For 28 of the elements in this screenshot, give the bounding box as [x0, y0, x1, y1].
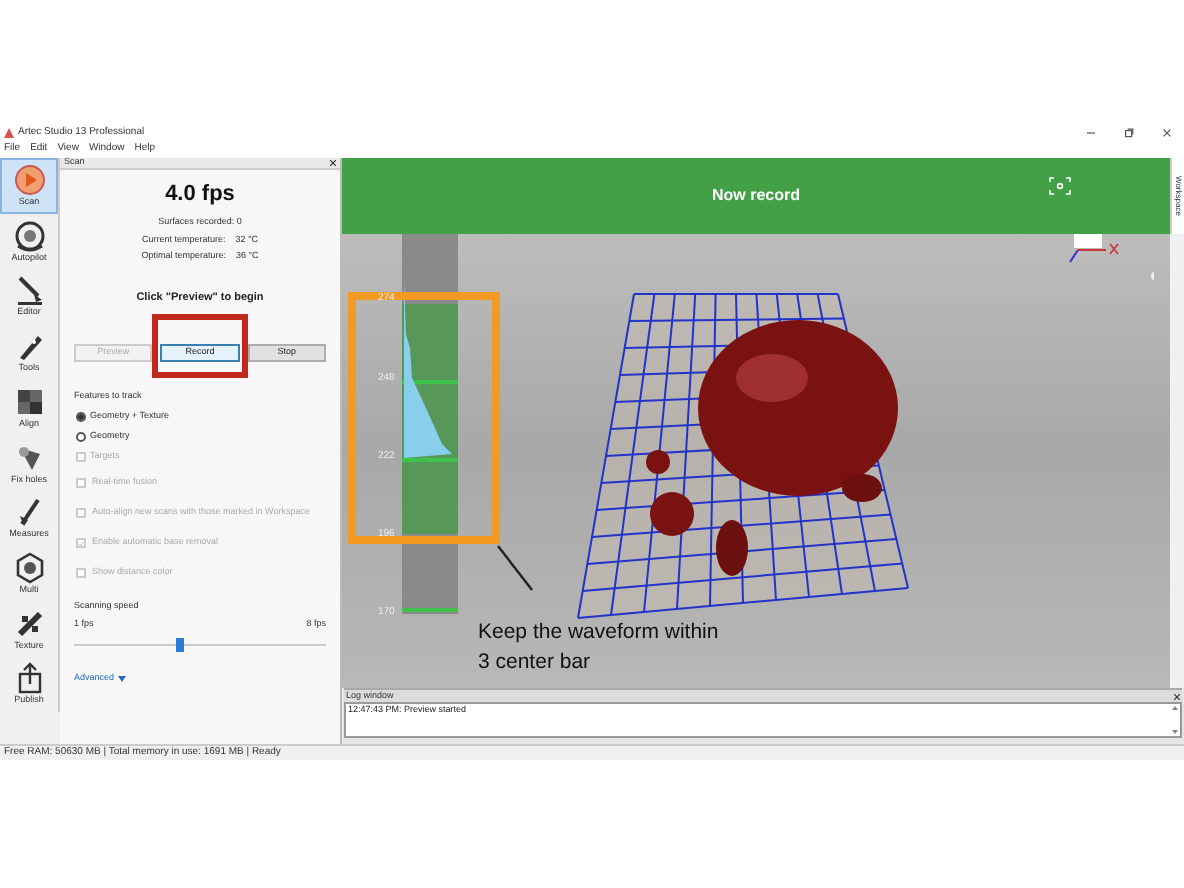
annotation-text: Keep the waveform within 3 center bar	[478, 618, 721, 678]
brush-icon	[13, 274, 45, 307]
close-icon[interactable]	[1162, 128, 1172, 138]
hexagon-icon	[13, 551, 45, 584]
slider-thumb[interactable]	[175, 637, 184, 652]
axis-gizmo-icon[interactable]	[1069, 234, 1119, 263]
scroll-up-icon[interactable]	[1172, 706, 1178, 710]
radio-button[interactable]	[76, 432, 86, 442]
play-circle-icon	[13, 164, 45, 197]
close-icon[interactable]	[330, 160, 336, 166]
scroll-down-icon[interactable]	[1172, 730, 1178, 734]
banner-text: Now record	[711, 184, 800, 208]
restore-icon[interactable]	[1124, 128, 1134, 138]
leader-line	[497, 545, 533, 591]
caret-icon[interactable]	[118, 675, 127, 682]
upload-icon	[13, 662, 45, 695]
fps-reading: 4.0 fps	[163, 184, 237, 206]
zone-line	[402, 458, 458, 462]
app-logo-icon	[4, 128, 14, 138]
close-icon[interactable]	[1174, 693, 1180, 699]
target-icon	[13, 219, 45, 252]
puzzle-icon	[13, 385, 45, 418]
radio-button[interactable]	[76, 412, 86, 422]
checker-icon	[13, 607, 45, 640]
zone-line	[402, 608, 458, 612]
fullscreen-icon[interactable]	[1049, 177, 1071, 195]
cone-icon	[13, 441, 45, 474]
minimize-icon[interactable]	[1086, 128, 1096, 138]
